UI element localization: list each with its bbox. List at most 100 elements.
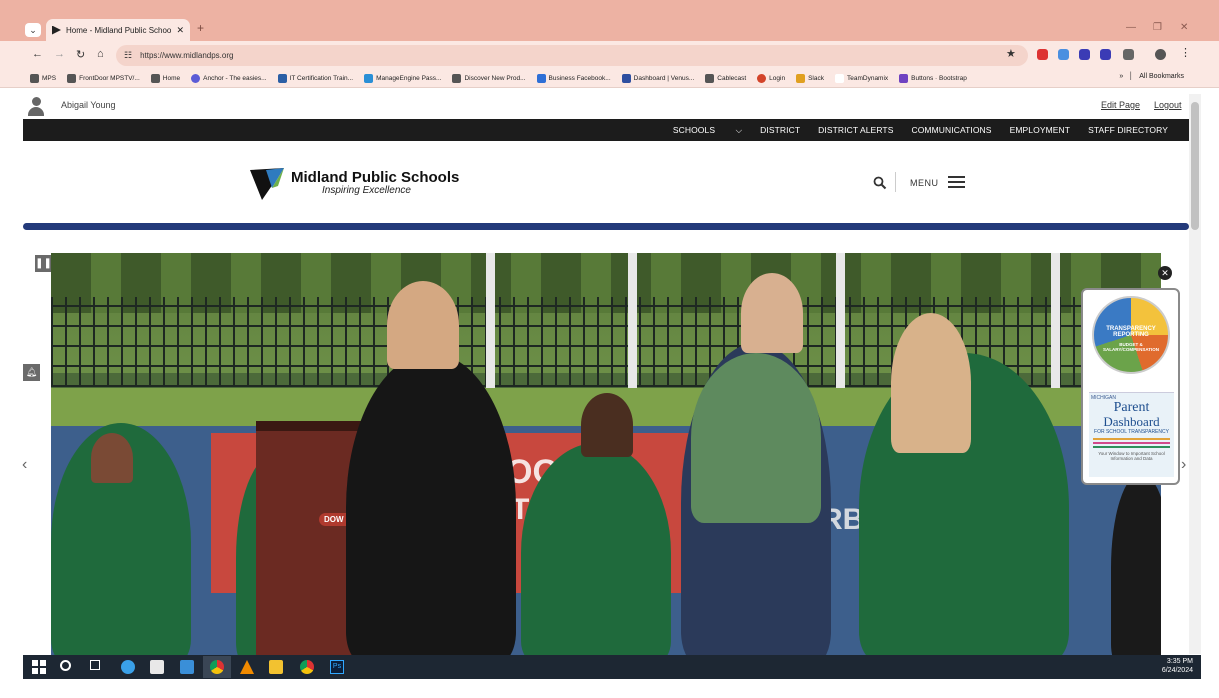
chrome-icon[interactable] (300, 660, 314, 674)
taskbar-clock[interactable]: 3:35 PM 6/24/2024 (1162, 657, 1193, 675)
transparency-widget[interactable]: TRANSPARENCY REPORTING BUDGET & SALARY/C… (1081, 288, 1180, 485)
file-explorer-icon[interactable] (269, 660, 283, 674)
bookmark-icon (150, 73, 160, 83)
bookmark-icon (757, 73, 767, 83)
logout-link[interactable]: Logout (1154, 100, 1182, 110)
extension-icon[interactable] (1079, 49, 1090, 60)
chrome-icon[interactable] (210, 660, 224, 674)
bookmark-item[interactable]: Anchor - The easies... (191, 73, 267, 83)
bookmark-icon (452, 73, 462, 83)
bookmarks-bar: MPS FrontDoor MPSTV/... Home Anchor - Th… (0, 69, 1219, 88)
new-tab-icon[interactable]: + (197, 21, 204, 35)
bookmark-icon (364, 73, 374, 83)
site-favicon-icon (52, 25, 61, 35)
user-name: Abigail Young (61, 100, 116, 110)
bookmark-item[interactable]: Business Facebook... (536, 73, 611, 83)
store-icon[interactable] (150, 660, 164, 674)
bookmark-icon (621, 73, 631, 83)
task-view-icon[interactable] (90, 660, 100, 670)
tab-close-icon[interactable]: ✕ (176, 25, 184, 36)
home-icon[interactable]: ⌂ (97, 48, 104, 60)
site-tagline: Inspiring Excellence (322, 185, 411, 196)
scrollbar-thumb[interactable] (1191, 102, 1199, 230)
alerts-bell-icon[interactable]: 🔔︎ (23, 364, 40, 381)
all-bookmarks-label[interactable]: All Bookmarks (1139, 73, 1184, 80)
minimize-icon[interactable]: — (1126, 22, 1136, 33)
profile-avatar-icon[interactable] (1155, 49, 1166, 60)
bookmark-item[interactable]: Login (757, 73, 785, 83)
reload-icon[interactable]: ↻ (76, 48, 85, 61)
extension-icon[interactable] (1037, 49, 1048, 60)
bookmark-item[interactable]: Discover New Prod... (452, 73, 526, 83)
slack-icon (796, 73, 806, 83)
bookmark-item[interactable]: Buttons · Bootstrap (899, 73, 967, 83)
admin-bar: Abigail Young Edit Page Logout (23, 94, 1189, 119)
nav-item-staff-directory[interactable]: STAFF DIRECTORY (1088, 125, 1168, 135)
hero-slide-image: OON STA RBE DOW DIAMOND (51, 253, 1161, 655)
bookmark-icon (191, 73, 201, 83)
graduate-figure (521, 443, 671, 655)
bookmark-icon (705, 73, 715, 83)
extensions-puzzle-icon[interactable] (1123, 49, 1134, 60)
clock-time: 3:35 PM (1166, 658, 1193, 665)
browser-tab-active[interactable]: Home - Midland Public Schools ✕ (46, 19, 190, 41)
nav-item-employment[interactable]: EMPLOYMENT (1010, 125, 1071, 135)
address-bar[interactable]: ☷ https://www.midlandps.org (116, 45, 1028, 66)
bookmark-star-icon[interactable]: ★ (1006, 47, 1016, 60)
extension-icon[interactable] (1100, 49, 1111, 60)
search-icon[interactable] (873, 176, 887, 190)
bookmark-icon (277, 73, 287, 83)
google-icon (834, 73, 844, 83)
tab-title: Home - Midland Public Schools (66, 25, 172, 35)
forward-icon[interactable]: → (54, 48, 65, 60)
header-divider (895, 172, 896, 192)
menu-label[interactable]: MENU (910, 178, 939, 188)
photoshop-icon[interactable]: Ps (330, 660, 344, 674)
district-logo-icon[interactable] (248, 164, 286, 202)
nav-item-district[interactable]: DISTRICT (760, 125, 800, 135)
tab-search-icon[interactable]: ⌄ (25, 23, 41, 37)
taskbar-search-icon[interactable] (60, 660, 71, 671)
browser-menu-icon[interactable]: ⋮ (1180, 46, 1191, 59)
bookmark-item[interactable]: Dashboard | Venus... (621, 73, 694, 83)
extension-icon[interactable] (1058, 49, 1069, 60)
slide-next-icon[interactable]: › (1181, 456, 1186, 474)
bookmark-icon (536, 73, 546, 83)
pause-slideshow-icon[interactable]: ❚❚ (35, 255, 52, 272)
screen: ⌄ Home - Midland Public Schools ✕ + — ❐ … (0, 0, 1219, 698)
clock-date: 6/24/2024 (1161, 667, 1193, 674)
site-info-icon[interactable]: ☷ (124, 50, 132, 61)
bookmark-item[interactable]: ManageEngine Pass... (364, 73, 441, 83)
hamburger-menu-icon[interactable] (948, 176, 965, 188)
speaker-figure (346, 353, 516, 655)
widget-close-icon[interactable]: ✕ (1158, 266, 1172, 280)
bookmark-item[interactable]: FrontDoor MPSTV/... (67, 73, 140, 83)
folder-icon (30, 73, 39, 83)
windows-start-icon[interactable] (32, 660, 46, 674)
parent-dashboard-link[interactable]: MICHIGAN Parent Dashboard FOR SCHOOL TRA… (1089, 392, 1174, 477)
back-icon[interactable]: ← (32, 48, 43, 60)
bookmark-item[interactable]: TeamDynamix (834, 73, 888, 83)
edge-icon[interactable] (121, 660, 135, 674)
user-avatar-icon (27, 97, 45, 116)
url-text: https://www.midlandps.org (140, 51, 234, 60)
bookmark-item[interactable]: Slack (796, 73, 824, 83)
app-icon[interactable] (180, 660, 194, 674)
bookmark-item[interactable]: IT Certification Train... (277, 73, 353, 83)
accent-rule (23, 223, 1189, 230)
nav-item-communications[interactable]: COMMUNICATIONS (911, 125, 991, 135)
slide-prev-icon[interactable]: ‹ (22, 456, 27, 474)
bookmarks-overflow[interactable]: » │ All Bookmarks (1119, 73, 1184, 80)
chevron-down-icon: ⌵ (735, 124, 743, 135)
restore-icon[interactable]: ❐ (1153, 22, 1162, 33)
bookmark-item[interactable]: Home (150, 73, 180, 83)
window-close-icon[interactable]: ✕ (1180, 22, 1188, 33)
bookmark-item[interactable]: Cablecast (705, 73, 746, 83)
edit-page-link[interactable]: Edit Page (1101, 100, 1140, 110)
nav-item-district-alerts[interactable]: DISTRICT ALERTS (818, 125, 893, 135)
bookmark-item[interactable]: MPS (30, 73, 56, 83)
bootstrap-icon (899, 73, 909, 83)
nav-item-schools[interactable]: SCHOOLS ⌵ (655, 125, 742, 136)
site-brand[interactable]: Midland Public Schools (291, 169, 459, 186)
transparency-reporting-seal[interactable]: TRANSPARENCY REPORTING BUDGET & SALARY/C… (1092, 296, 1170, 374)
